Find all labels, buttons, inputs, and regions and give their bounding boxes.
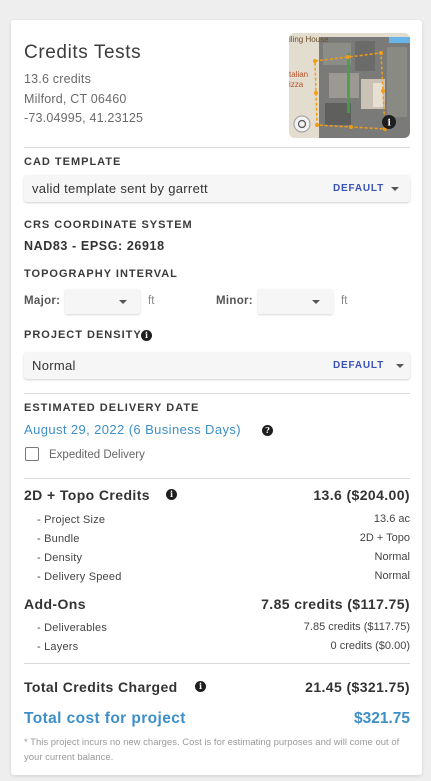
major-unit: ft: [148, 295, 155, 307]
minor-label: Minor:: [216, 295, 253, 307]
addon-line-label: - Deliverables: [37, 622, 108, 634]
credit-line-value: 13.6 ac: [373, 513, 410, 525]
delivery-heading: ESTIMATED DELIVERY DATE: [24, 402, 200, 414]
major-interval-select[interactable]: [65, 289, 140, 314]
svg-text:talian: talian: [289, 70, 308, 79]
expedited-delivery-label: Expedited Delivery: [49, 449, 145, 461]
density-select[interactable]: Normal DEFAULT: [24, 352, 410, 379]
project-title: Credits Tests: [24, 42, 142, 63]
topography-heading: TOPOGRAPHY INTERVAL: [24, 268, 178, 280]
default-badge: DEFAULT: [333, 360, 384, 371]
project-coordinates: -73.04995, 41.23125: [24, 111, 144, 125]
delivery-info-icon[interactable]: ?: [262, 425, 273, 436]
credit-line-label: - Delivery Speed: [37, 571, 122, 583]
cost-footnote: * This project incurs no new charges. Co…: [24, 737, 400, 763]
addons-heading-value: 7.85 credits ($117.75): [261, 596, 410, 612]
map-thumbnail[interactable]: iling House talian izza i: [289, 33, 410, 138]
project-credits-summary: 13.6 credits: [24, 72, 92, 86]
density-heading: PROJECT DENSITY: [24, 329, 142, 341]
major-label: Major:: [24, 295, 61, 307]
density-value: Normal: [32, 358, 76, 373]
addon-line-value: 7.85 credits ($117.75): [303, 621, 410, 633]
credit-line-label: - Bundle: [37, 533, 80, 545]
total-credits-label: Total Credits Charged: [24, 679, 178, 695]
credits-heading: 2D + Topo Credits: [24, 487, 150, 503]
total-cost-label: Total cost for project: [24, 710, 186, 727]
credit-line-value: Normal: [374, 551, 410, 563]
svg-text:izza: izza: [289, 80, 304, 89]
chevron-down-icon: [396, 364, 404, 368]
divider: [24, 147, 410, 148]
cad-template-select[interactable]: valid template sent by garrett DEFAULT: [24, 175, 410, 202]
expedited-delivery-checkbox[interactable]: [25, 447, 39, 461]
crs-value: NAD83 - EPSG: 26918: [24, 239, 165, 253]
minor-interval-select[interactable]: [258, 289, 333, 314]
divider: [24, 663, 410, 664]
credits-heading-value: 13.6 ($204.00): [313, 487, 410, 503]
credit-line-label: - Project Size: [37, 514, 106, 526]
crs-heading: CRS COORDINATE SYSTEM: [24, 219, 193, 231]
delivery-date-link[interactable]: August 29, 2022 (6 Business Days): [24, 422, 241, 437]
default-badge: DEFAULT: [333, 183, 384, 194]
chevron-down-icon: [119, 300, 127, 304]
total-credits-value: 21.45 ($321.75): [305, 679, 410, 695]
project-credits-card: Credits Tests 13.6 credits Milford, CT 0…: [11, 20, 422, 775]
addon-line-label: - Layers: [37, 641, 79, 653]
density-info-icon[interactable]: i: [141, 330, 152, 341]
total-cost-value: $321.75: [353, 710, 410, 727]
chevron-down-icon: [391, 187, 399, 191]
map-label-business: iling House: [289, 35, 329, 44]
divider: [24, 393, 410, 394]
addon-line-value: 0 credits ($0.00): [330, 640, 410, 652]
credits-info-icon[interactable]: i: [166, 489, 177, 500]
info-icon[interactable]: [382, 115, 396, 129]
credit-line-label: - Density: [37, 552, 83, 564]
chevron-down-icon: [312, 300, 320, 304]
addons-heading: Add-Ons: [24, 596, 86, 612]
cad-template-heading: CAD TEMPLATE: [24, 156, 122, 168]
minor-unit: ft: [341, 295, 348, 307]
divider: [24, 478, 410, 479]
layers-icon[interactable]: [295, 116, 311, 132]
credit-line-value: Normal: [374, 570, 410, 582]
project-location: Milford, CT 06460: [24, 92, 127, 106]
credit-line-value: 2D + Topo: [359, 532, 410, 544]
cad-template-value: valid template sent by garrett: [32, 181, 208, 196]
total-credits-info-icon[interactable]: i: [195, 681, 206, 692]
